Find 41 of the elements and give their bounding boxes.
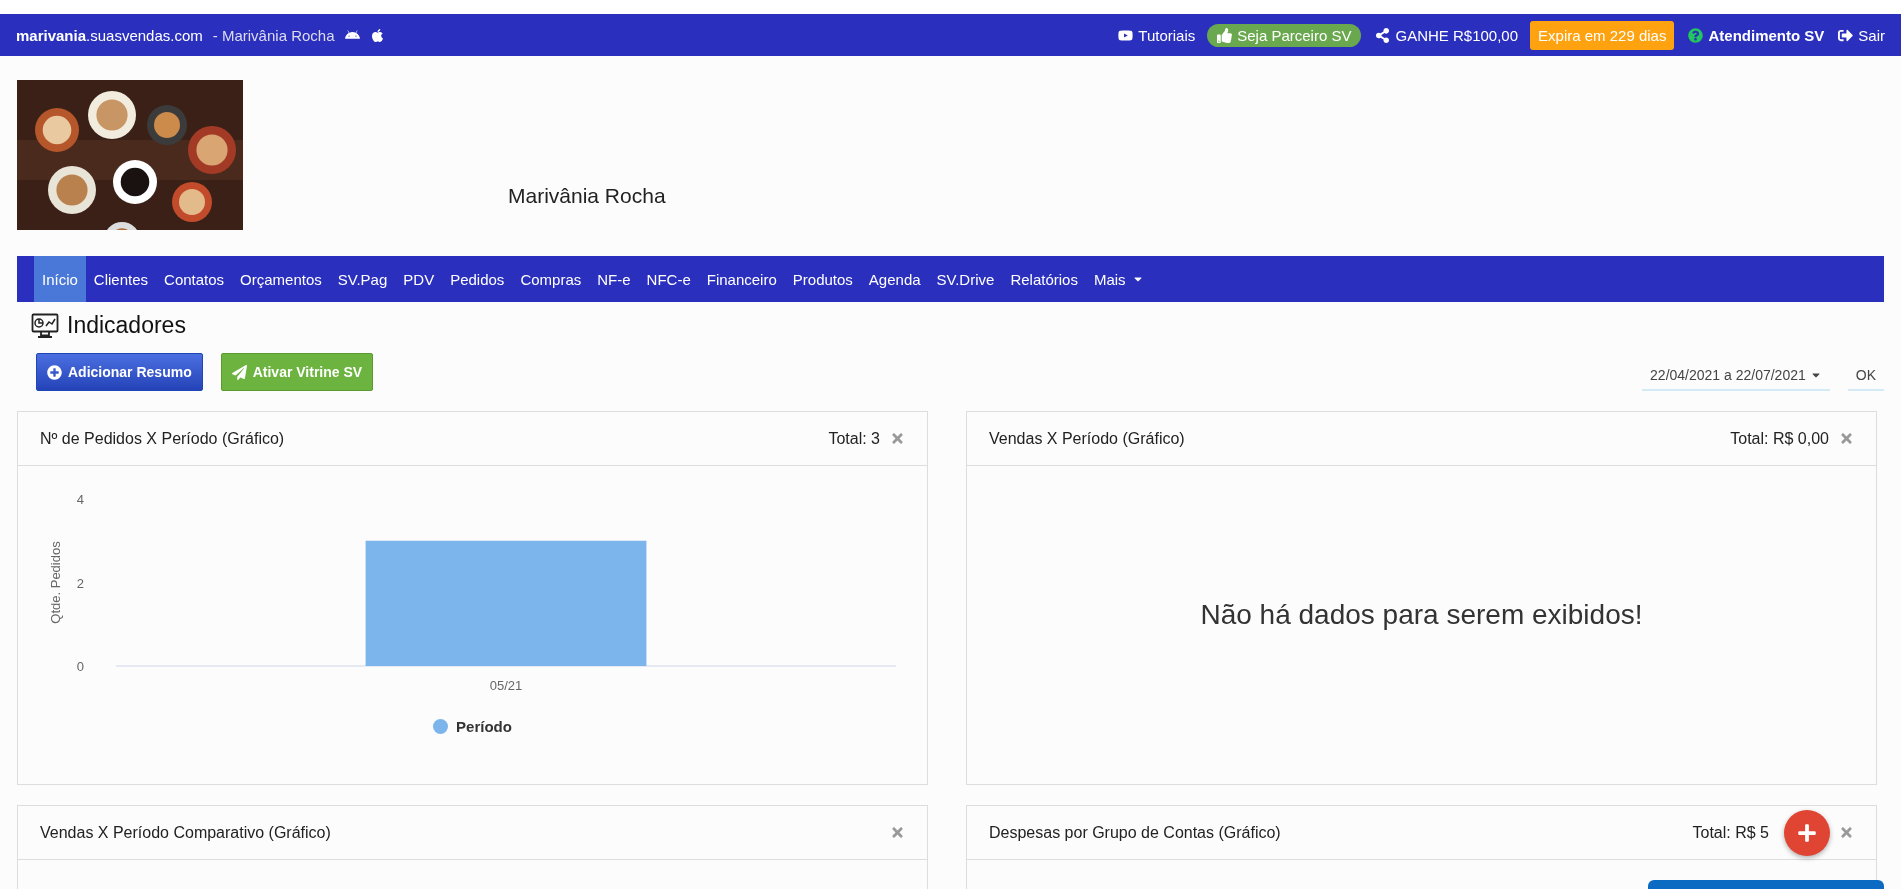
top-link[interactable]: GANHE R$100,00 xyxy=(1375,26,1519,44)
nav-item[interactable]: Clientes xyxy=(85,256,157,302)
nav-item[interactable]: Financeiro xyxy=(698,256,785,302)
nav-item[interactable]: Produtos xyxy=(784,256,861,302)
panel-title: Vendas X Período (Gráfico) xyxy=(989,429,1186,448)
nav-item[interactable]: NF-e xyxy=(589,256,639,302)
axis-title: Qtde. Pedidos xyxy=(48,541,63,624)
tick-label: 2 xyxy=(76,575,84,591)
nav-item[interactable]: NFC-e xyxy=(638,256,699,302)
site-name[interactable]: marivania.suasvendas.com xyxy=(16,26,203,44)
nav-item[interactable]: SV.Drive xyxy=(928,256,1003,302)
panel-total: Total: R$ 0,00 xyxy=(1730,429,1829,448)
account-name: - Marivânia Rocha xyxy=(212,26,335,44)
top-link[interactable]: Atendimento SV xyxy=(1688,26,1825,44)
nav-item[interactable]: SV.Pag xyxy=(329,256,396,302)
tick-label: 05/21 xyxy=(489,678,523,693)
top-link[interactable]: Sair xyxy=(1838,26,1885,44)
tick-label: 0 xyxy=(76,659,84,674)
nav-item[interactable]: Início xyxy=(34,256,86,302)
company-name: Marivânia Rocha xyxy=(508,184,666,208)
tick-label: 4 xyxy=(76,492,84,507)
nav-item[interactable]: Relatórios xyxy=(1002,256,1086,302)
panel-total: Total: R$ 5 xyxy=(1692,823,1769,842)
panel-total: Total: 3 xyxy=(828,429,880,448)
ok-button[interactable]: OK xyxy=(1847,361,1884,391)
add-summary-button[interactable]: Adicionar Resumo xyxy=(36,353,203,391)
panel-title: Vendas X Período Comparativo (Gráfico) xyxy=(40,823,332,842)
nav-item[interactable]: Orçamentos xyxy=(232,256,330,302)
nav-item[interactable]: PDV xyxy=(395,256,443,302)
nav-item[interactable]: Pedidos xyxy=(442,256,513,302)
nav-item[interactable]: Contatos xyxy=(156,256,233,302)
nav-item[interactable]: Compras xyxy=(512,256,590,302)
page-title: Indicadores xyxy=(67,312,186,339)
panel-title: Nº de Pedidos X Período (Gráfico) xyxy=(40,429,286,448)
empty-message: Não há dados para serem exibidos! xyxy=(1199,598,1644,632)
legend-label: Período xyxy=(456,718,512,735)
nav-item[interactable]: Mais xyxy=(1085,256,1152,302)
top-link[interactable]: Tutoriais xyxy=(1118,26,1196,44)
nav-item[interactable]: Agenda xyxy=(860,256,929,302)
date-range-select[interactable]: 22/04/2021 a 22/07/2021 xyxy=(1642,361,1830,391)
panel-title: Despesas por Grupo de Contas (Gráfico) xyxy=(989,823,1282,842)
